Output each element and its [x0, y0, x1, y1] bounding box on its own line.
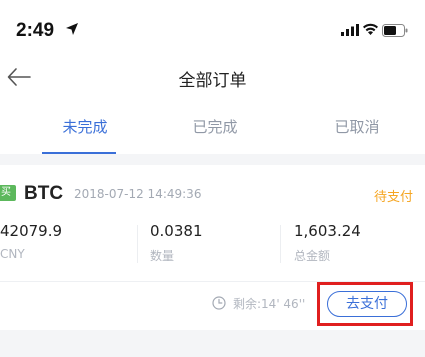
section-divider: [0, 154, 425, 165]
amount-value: 0.0381: [150, 222, 203, 240]
tab-completed[interactable]: 已完成: [160, 116, 270, 137]
coin-name: BTC: [24, 183, 64, 204]
order-card[interactable]: 买 BTC 2018-07-12 14:49:36 待支付 42079.9 CN…: [0, 165, 425, 330]
payment-countdown: 剩余:14' 46'': [233, 297, 306, 311]
order-list-screen: 2:49 全部订单 未完成 已完成 已取消 买 BTC 2018-07-12 1…: [0, 0, 425, 357]
total-value: 1,603.24: [294, 222, 361, 240]
status-time: 2:49: [16, 20, 55, 41]
tab-unfinished[interactable]: 未完成: [30, 116, 140, 137]
column-divider: [280, 225, 281, 263]
location-arrow-icon: [66, 23, 78, 35]
order-time: 2018-07-12 14:49:36: [74, 187, 202, 201]
price-value: 42079.9: [0, 222, 63, 240]
page-title: 全部订单: [178, 71, 247, 91]
column-divider: [137, 225, 138, 263]
wifi-icon: [363, 23, 378, 35]
amount-label: 数量: [150, 249, 175, 263]
signal-icon: [341, 24, 359, 36]
tab-cancelled[interactable]: 已取消: [302, 116, 412, 137]
buy-badge: 买: [0, 185, 16, 201]
clock-icon: [212, 296, 226, 310]
section-divider: [0, 330, 425, 357]
order-tabs: 未完成 已完成 已取消: [0, 110, 425, 154]
price-label: CNY: [0, 247, 25, 261]
order-status: 待支付: [373, 190, 413, 205]
pay-button[interactable]: 去支付: [327, 291, 407, 317]
card-divider: [0, 281, 425, 282]
status-bar: 2:49: [0, 0, 425, 64]
battery-icon: [382, 24, 408, 37]
total-label: 总金额: [294, 249, 331, 263]
